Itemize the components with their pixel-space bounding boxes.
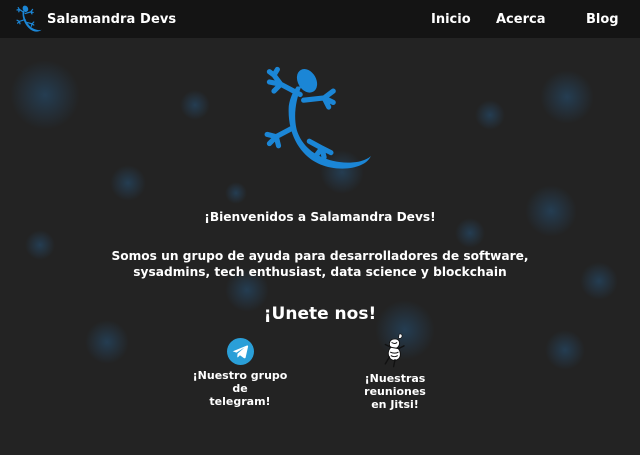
jitsi-label-line-1: ¡Nuestras reuniones [364,372,426,398]
telegram-group-link[interactable]: ¡Nuestro grupo de telegram! [188,338,292,408]
jitsi-label-line-2: en Jitsi! [371,398,419,411]
telegram-label-line-2: telegram! [209,395,271,408]
jitsi-icon [384,333,405,368]
background-bokeh [225,182,247,204]
about-line-2: sysadmins, tech enthusiast, data science… [133,265,507,279]
nav-link-inicio[interactable]: Inicio [431,12,471,27]
top-navbar: Salamandra Devs Inicio Acerca Blog [0,0,640,38]
background-bokeh [110,165,146,201]
jitsi-meetings-link[interactable]: ¡Nuestras reuniones en Jitsi! [336,332,454,411]
background-bokeh [180,90,210,120]
brand-name: Salamandra Devs [47,11,177,27]
brand-link[interactable]: Salamandra Devs [14,4,176,34]
salamander-icon [16,5,42,32]
about-line-1: Somos un grupo de ayuda para desarrollad… [111,249,529,263]
background-bokeh [10,60,80,130]
background-bokeh [545,330,585,370]
telegram-icon [226,338,254,365]
about-text: Somos un grupo de ayuda para desarrollad… [0,248,640,280]
nav-link-acerca[interactable]: Acerca [496,12,545,27]
background-bokeh [475,100,505,130]
background-bokeh [540,70,594,124]
telegram-label-line-1: ¡Nuestro grupo de [192,369,288,395]
salamander-icon [264,66,371,169]
nav-link-blog[interactable]: Blog [586,12,619,27]
background-bokeh [85,320,129,364]
welcome-heading: ¡Bienvenidos a Salamandra Devs! [204,210,436,224]
join-heading: ¡Unete nos! [263,304,377,324]
